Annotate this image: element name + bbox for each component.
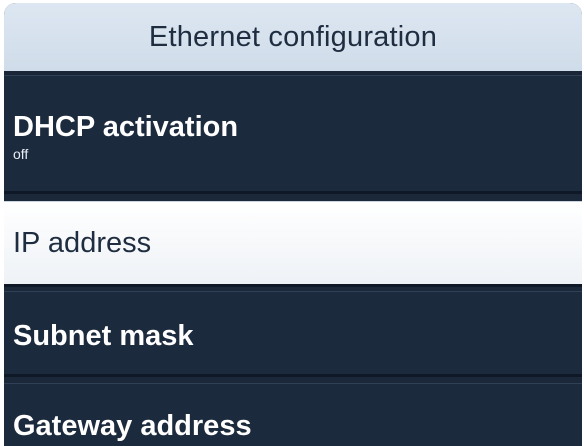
menu-item-value: off (13, 146, 29, 162)
menu-item-label: Gateway address (13, 410, 252, 442)
menu-item-gateway-address[interactable]: Gateway address (4, 383, 582, 446)
menu-item-ip-address[interactable]: IP address (4, 201, 582, 287)
title-bar: Ethernet configuration (4, 3, 582, 75)
menu-panel: Ethernet configuration DHCP activation o… (4, 3, 582, 446)
page-title: Ethernet configuration (148, 20, 438, 53)
menu-item-dhcp-activation[interactable]: DHCP activation off (4, 75, 582, 194)
menu-item-label: DHCP activation (13, 111, 239, 143)
menu-item-label: IP address (13, 227, 152, 259)
menu-item-label: Subnet mask (13, 320, 194, 352)
menu-item-subnet-mask[interactable]: Subnet mask (4, 291, 582, 377)
ethernet-configuration-screen: Ethernet configuration DHCP activation o… (0, 0, 584, 446)
